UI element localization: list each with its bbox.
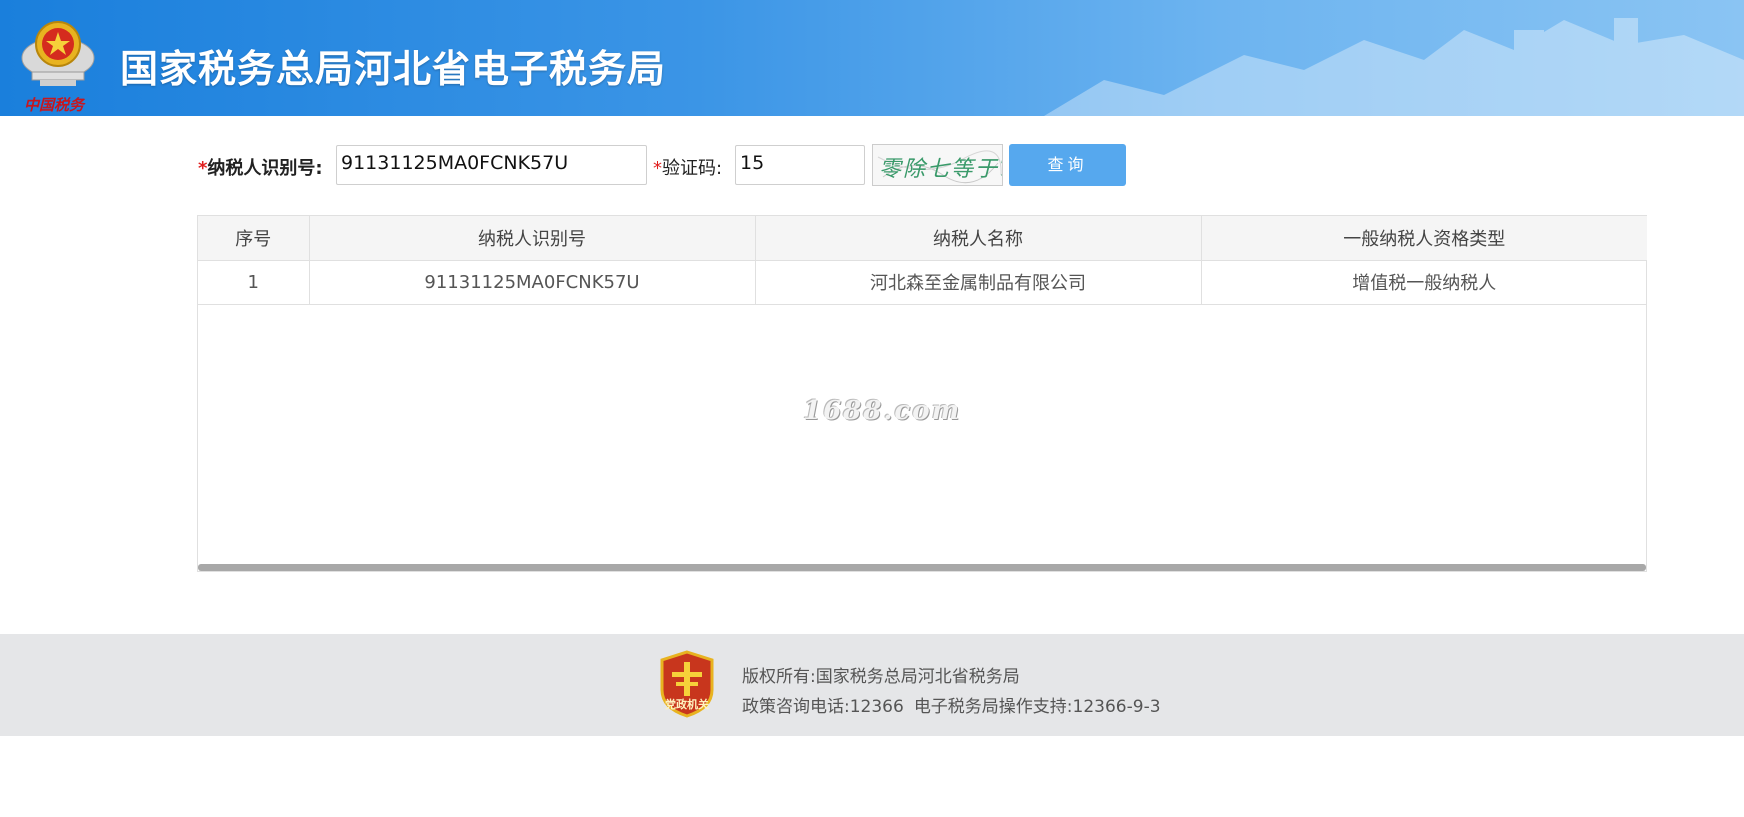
logo-text: 中国税务 (24, 96, 85, 114)
results-table: 序号 纳税人识别号 纳税人名称 一般纳税人资格类型 1 91131125MA0F… (197, 215, 1647, 572)
hotline-text: 政策咨询电话:12366 (742, 697, 904, 717)
support-text: 电子税务局操作支持:12366-9-3 (913, 697, 1161, 717)
site-header: 中国税务 国家税务总局河北省电子税务局 (0, 0, 1744, 116)
watermark: 1688.com (803, 396, 962, 426)
captcha-image[interactable]: 零除七等于? (872, 144, 1003, 186)
copyright-text: 版权所有:国家税务总局河北省税务局 (742, 667, 1020, 687)
cell-seq: 1 (198, 260, 310, 305)
taxpayer-id-input[interactable]: 91131125MA0FCNK57U (336, 145, 647, 185)
column-header-taxpayer-name: 纳税人名称 (755, 216, 1202, 261)
site-title: 国家税务总局河北省电子税务局 (120, 47, 667, 91)
badge-text: 党政机关 (665, 698, 709, 711)
required-mark: * (653, 158, 662, 179)
site-footer: 党政机关 版权所有:国家税务总局河北省税务局 政策咨询电话:12366 电子税务局… (0, 634, 1744, 736)
contact-line: 政策咨询电话:12366 电子税务局操作支持:12366-9-3 (742, 692, 1161, 717)
horizontal-scrollbar[interactable] (198, 564, 1646, 571)
query-button[interactable]: 查询 (1009, 144, 1126, 186)
captcha-label: *验证码: (653, 158, 723, 179)
captcha-text: 零除七等于? (879, 157, 1003, 182)
table-header-row: 序号 纳税人识别号 纳税人名称 一般纳税人资格类型 (198, 216, 1647, 261)
taxpayer-id-label: *纳税人识别号: (198, 158, 323, 179)
cell-qualification-type: 增值税一般纳税人 (1201, 260, 1647, 305)
captcha-input[interactable]: 15 (735, 145, 865, 185)
great-wall-background (1044, 18, 1744, 116)
cell-taxpayer-id: 91131125MA0FCNK57U (309, 260, 756, 305)
column-header-seq: 序号 (198, 216, 310, 261)
cell-taxpayer-name: 河北森至金属制品有限公司 (755, 260, 1202, 305)
column-header-taxpayer-id: 纳税人识别号 (309, 216, 756, 261)
required-mark: * (198, 158, 208, 179)
column-header-qualification-type: 一般纳税人资格类型 (1201, 216, 1647, 261)
table-row: 1 91131125MA0FCNK57U 河北森至金属制品有限公司 增值税一般纳… (198, 260, 1647, 305)
